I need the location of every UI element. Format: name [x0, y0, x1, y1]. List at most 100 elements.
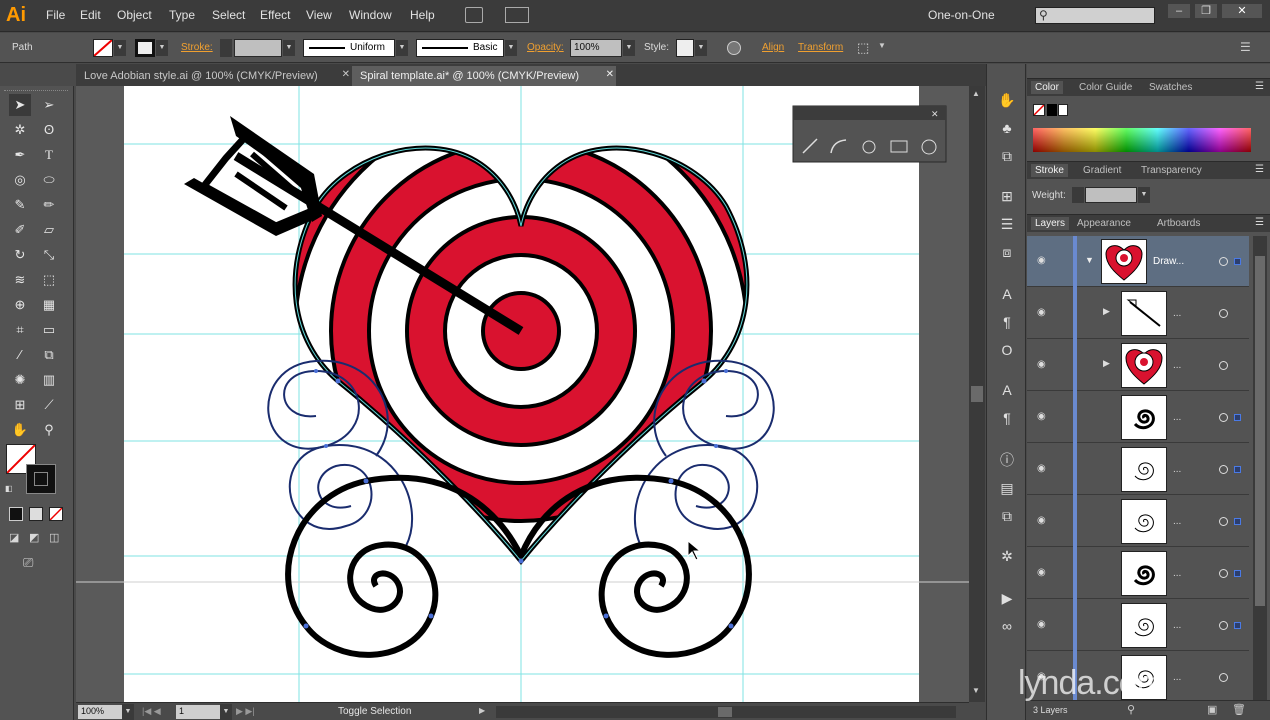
- next-artboard-icon[interactable]: ▶ ▶|: [236, 706, 255, 717]
- width-tool-icon[interactable]: ≋: [9, 269, 31, 291]
- close-tab-icon[interactable]: ✕: [606, 69, 614, 80]
- sublayer-row-spiral[interactable]: ◉ ...: [1027, 444, 1249, 495]
- graphic-style-swatch[interactable]: [676, 39, 694, 57]
- menu-help[interactable]: Help: [410, 8, 435, 22]
- target-circle-icon[interactable]: [1219, 621, 1228, 630]
- brush-definition[interactable]: Basic: [416, 39, 504, 57]
- sublayer-name[interactable]: ...: [1173, 620, 1181, 631]
- none-mode-icon[interactable]: [49, 507, 63, 521]
- shape-builder-tool-icon[interactable]: ⊕: [9, 294, 31, 316]
- vertical-scrollbar[interactable]: ▲ ▼: [969, 86, 985, 702]
- type-tool-icon[interactable]: T: [38, 144, 60, 166]
- hscroll-thumb[interactable]: [718, 707, 732, 717]
- profile-dropdown[interactable]: ▼: [396, 40, 408, 56]
- opentype-icon[interactable]: O: [997, 340, 1017, 360]
- zoom-field[interactable]: 100%: [78, 705, 122, 719]
- visibility-eye-icon[interactable]: ◉: [1037, 255, 1049, 266]
- none-swatch[interactable]: [1033, 104, 1045, 116]
- opacity-dropdown[interactable]: ▼: [623, 40, 635, 56]
- opacity-label[interactable]: Opacity:: [527, 42, 564, 53]
- stroke-label[interactable]: Stroke:: [181, 42, 213, 53]
- navigator-icon[interactable]: ✲: [997, 546, 1017, 566]
- lasso-tool-icon[interactable]: ʘ: [38, 119, 60, 141]
- panel-menu-icon[interactable]: ☰: [1240, 40, 1251, 54]
- more-dropdown[interactable]: ▼: [878, 41, 886, 50]
- tab-gradient[interactable]: Gradient: [1079, 164, 1125, 177]
- screen-mode-icon[interactable]: ⎚: [23, 555, 45, 570]
- scroll-down-icon[interactable]: ▼: [972, 686, 980, 695]
- visibility-eye-icon[interactable]: ◉: [1037, 411, 1049, 422]
- restore-button[interactable]: ❐: [1195, 4, 1217, 18]
- document-info-icon[interactable]: ▤: [997, 478, 1017, 498]
- sublayer-row-spiral[interactable]: ◉ ...: [1027, 392, 1249, 443]
- target-circle-icon[interactable]: [1219, 465, 1228, 474]
- info-icon[interactable]: ⓘ: [997, 450, 1017, 470]
- blob-brush-tool-icon[interactable]: ✐: [9, 219, 31, 241]
- sublayer-row-heart[interactable]: ◉ ▶ ...: [1027, 340, 1249, 391]
- visibility-eye-icon[interactable]: ◉: [1037, 515, 1049, 526]
- tab-swatches[interactable]: Swatches: [1145, 81, 1196, 94]
- perspective-grid-tool-icon[interactable]: ▦: [38, 294, 60, 316]
- target-circle-icon[interactable]: [1219, 673, 1228, 682]
- menu-effect[interactable]: Effect: [260, 8, 290, 22]
- stroke-weight-field[interactable]: [234, 39, 282, 57]
- status-menu-icon[interactable]: ▶: [479, 706, 485, 715]
- artboard-number-field[interactable]: 1: [176, 705, 220, 719]
- visibility-eye-icon[interactable]: ◉: [1037, 307, 1049, 318]
- visibility-eye-icon[interactable]: ◉: [1037, 359, 1049, 370]
- hand-tool-icon[interactable]: ✋: [9, 419, 31, 441]
- color-spectrum[interactable]: [1033, 128, 1251, 152]
- menu-object[interactable]: Object: [117, 8, 152, 22]
- tab-artboards[interactable]: Artboards: [1153, 217, 1204, 230]
- recolor-artwork-icon[interactable]: [727, 41, 741, 55]
- layers-scroll-thumb[interactable]: [1255, 256, 1265, 606]
- first-artboard-icon[interactable]: |◀ ◀: [142, 706, 161, 717]
- visibility-eye-icon[interactable]: ◉: [1037, 567, 1049, 578]
- artwork-svg[interactable]: ✕: [76, 86, 969, 702]
- paintbrush-tool-icon[interactable]: ✎: [9, 194, 31, 216]
- selection-square-icon[interactable]: [1234, 466, 1241, 473]
- sublayer-row-spiral[interactable]: ◉ ...: [1027, 600, 1249, 651]
- draw-behind-icon[interactable]: ◩: [29, 531, 43, 545]
- sublayer-row-spiral[interactable]: ◉ ...: [1027, 496, 1249, 547]
- menu-file[interactable]: File: [46, 8, 65, 22]
- draw-inside-icon[interactable]: ◫: [49, 531, 63, 545]
- isolate-object-icon[interactable]: ⬚: [857, 40, 869, 56]
- selection-tool-icon[interactable]: ➤: [9, 94, 31, 116]
- symbols-icon[interactable]: ✋: [997, 90, 1017, 110]
- fill-swatch[interactable]: [93, 39, 113, 57]
- opacity-field[interactable]: 100%: [570, 39, 622, 57]
- stroke-color-swatch[interactable]: [26, 464, 56, 494]
- tab-color-guide[interactable]: Color Guide: [1075, 81, 1136, 94]
- tab-appearance[interactable]: Appearance: [1073, 217, 1135, 230]
- weight-dropdown[interactable]: ▼: [1138, 187, 1150, 203]
- expand-triangle-icon[interactable]: ▶: [1103, 358, 1110, 369]
- sublayer-name[interactable]: ...: [1173, 360, 1181, 371]
- menu-window[interactable]: Window: [349, 8, 392, 22]
- bridge-icon[interactable]: [465, 7, 483, 23]
- artboard-tool-icon[interactable]: ⊞: [9, 394, 31, 416]
- transform-link[interactable]: Transform: [798, 42, 843, 53]
- slice-tool-icon[interactable]: ⟋: [38, 394, 60, 416]
- arrange-documents-icon[interactable]: [505, 7, 529, 23]
- tab-spiral-template[interactable]: Spiral template.ai* @ 100% (CMYK/Preview…: [352, 66, 616, 86]
- sublayer-name[interactable]: ...: [1173, 568, 1181, 579]
- selection-square-icon[interactable]: [1234, 258, 1241, 265]
- workspace-switcher[interactable]: One-on-One: [928, 8, 995, 22]
- default-colors-icon[interactable]: ◧: [5, 484, 15, 494]
- links-icon[interactable]: ⧉: [997, 506, 1017, 526]
- sublayer-name[interactable]: ...: [1173, 516, 1181, 527]
- black-swatch[interactable]: [1047, 104, 1057, 116]
- delete-layer-icon[interactable]: 🗑: [1232, 703, 1246, 716]
- artboard-dropdown[interactable]: ▼: [220, 704, 232, 720]
- stroke-dropdown[interactable]: ▼: [156, 40, 168, 56]
- fill-dropdown[interactable]: ▼: [114, 40, 126, 56]
- tab-color[interactable]: Color: [1031, 81, 1063, 94]
- layer-name[interactable]: Draw...: [1153, 256, 1184, 267]
- blend-tool-icon[interactable]: ⧉: [38, 344, 60, 366]
- expand-triangle-icon[interactable]: ▶: [1103, 306, 1110, 317]
- visibility-eye-icon[interactable]: ◉: [1037, 463, 1049, 474]
- gradient-mode-icon[interactable]: [29, 507, 43, 521]
- pathfinder-icon[interactable]: ⧈: [997, 242, 1017, 262]
- collapse-triangle-icon[interactable]: ▼: [1085, 255, 1094, 265]
